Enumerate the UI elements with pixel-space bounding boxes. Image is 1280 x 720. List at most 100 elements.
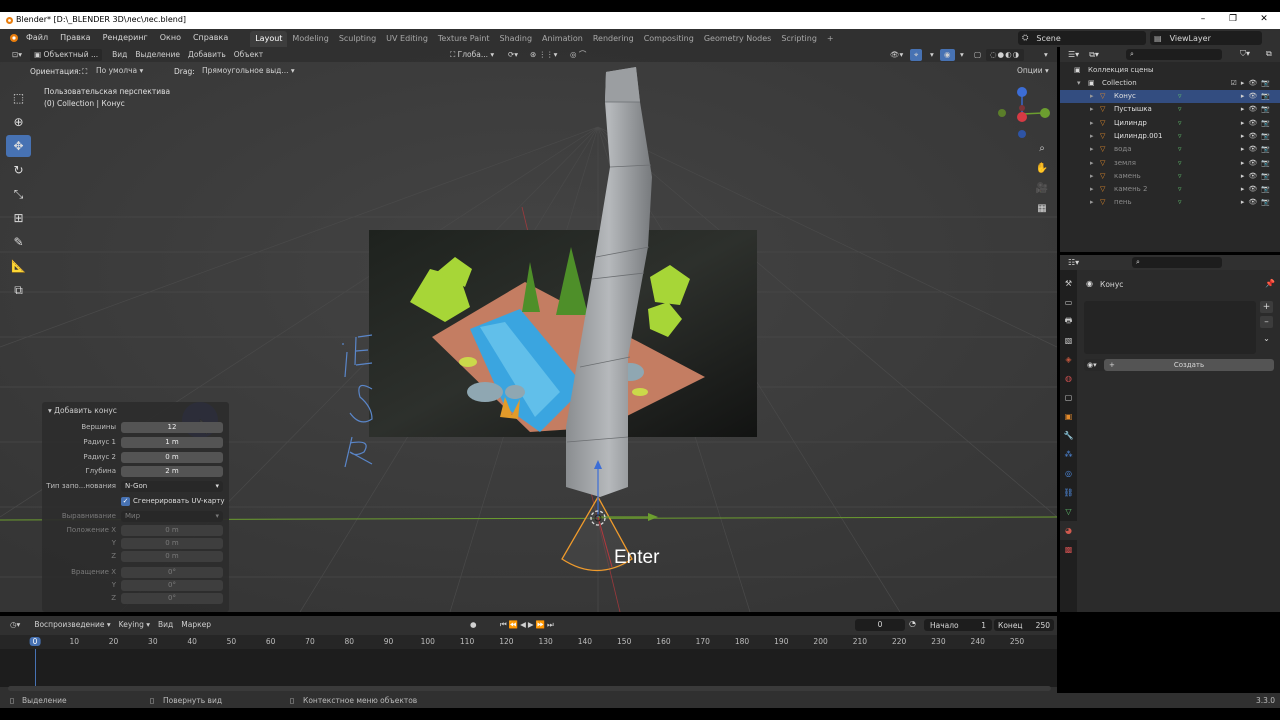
fill-type-dropdown[interactable]: N-Gon ▾ [121, 481, 223, 492]
tab-uv-editing[interactable]: UV Editing [381, 31, 433, 47]
outliner-item[interactable]: ▸ ▽ Пустышка ▿ ▸👁📷 [1060, 103, 1280, 116]
current-frame-marker[interactable]: 0 [29, 637, 41, 646]
rotate-tool[interactable]: ↻ [6, 159, 31, 181]
tab-rendering[interactable]: Rendering [588, 31, 639, 47]
expand-arrow-icon[interactable]: ▸ [1090, 143, 1094, 156]
item-visibility-icons[interactable]: ▸👁📷 [1241, 90, 1274, 103]
menu-playback[interactable]: Воспроизведение ▾ [30, 619, 114, 631]
tab-world-icon[interactable]: ◍ [1060, 369, 1077, 388]
material-slot-list[interactable] [1084, 301, 1256, 354]
options-dropdown[interactable]: Опции ▾ [1013, 65, 1053, 77]
tab-sculpting[interactable]: Sculpting [334, 31, 381, 47]
tab-view-layer-icon[interactable]: ▧ [1060, 331, 1077, 350]
tab-animation[interactable]: Animation [537, 31, 588, 47]
tab-compositing[interactable]: Compositing [639, 31, 699, 47]
location-z-field[interactable]: 0 m [121, 551, 223, 562]
menu-render[interactable]: Рендеринг [97, 29, 154, 47]
outliner-item[interactable]: ▸ ▽ камень ▿ ▸👁📷 [1060, 170, 1280, 183]
item-visibility-icons[interactable]: ▸👁📷 [1241, 183, 1274, 196]
shading-mode-icons[interactable]: ◌●◐◑ [986, 48, 1025, 61]
menu-help[interactable]: Справка [187, 29, 234, 47]
tab-texture-paint[interactable]: Texture Paint [433, 31, 495, 47]
menu-object[interactable]: Объект [230, 49, 267, 61]
remove-slot-button[interactable]: – [1260, 316, 1273, 328]
expand-arrow-icon[interactable]: ▸ [1090, 130, 1094, 143]
zoom-icon[interactable]: ⌕ [1034, 143, 1050, 163]
new-collection-icon[interactable]: ⧉ [1266, 49, 1272, 59]
tab-render-icon[interactable]: ▭ [1060, 293, 1077, 312]
menu-edit[interactable]: Правка [54, 29, 96, 47]
tab-layout[interactable]: Layout [250, 31, 288, 47]
move-tool[interactable]: ✥ [6, 135, 31, 157]
tab-material-icon[interactable]: ◕ [1060, 521, 1077, 540]
outliner-item[interactable]: ▸ ▽ земля ▿ ▸👁📷 [1060, 157, 1280, 170]
location-x-field[interactable]: 0 m [121, 525, 223, 536]
item-visibility-icons[interactable]: ▸👁📷 [1241, 170, 1274, 183]
expand-arrow-icon[interactable]: ▸ [1090, 170, 1094, 183]
tab-particles-icon[interactable]: ⁂ [1060, 445, 1077, 464]
radius1-field[interactable]: 1 m [121, 437, 223, 448]
expand-arrow-icon[interactable]: ▸ [1090, 90, 1094, 103]
menu-add[interactable]: Добавить [184, 49, 230, 61]
scale-tool[interactable]: ⤡ [6, 183, 31, 205]
tab-scene-icon[interactable]: ◈ [1060, 350, 1077, 369]
gizmo-dropdown-icon[interactable]: ▾ [926, 49, 938, 61]
tab-shading[interactable]: Shading [495, 31, 538, 47]
overlay-toggle-icon[interactable]: ◉ [940, 48, 955, 61]
snap-icon[interactable]: ⊛ ⋮⋮▾ [526, 49, 561, 61]
tab-modeling[interactable]: Modeling [287, 31, 333, 47]
item-visibility-icons[interactable]: ▸👁📷 [1241, 143, 1274, 156]
record-icon[interactable]: ● [466, 619, 481, 631]
depth-field[interactable]: 2 m [121, 466, 223, 477]
pivot-point-icon[interactable]: ⟳▾ [504, 49, 522, 61]
item-visibility-icons[interactable]: ▸👁📷 [1241, 130, 1274, 143]
menu-timeline-view[interactable]: Вид [154, 619, 177, 631]
end-frame-field[interactable]: Конец 250 [994, 619, 1054, 631]
menu-window[interactable]: Окно [154, 29, 187, 47]
menu-marker[interactable]: Маркер [177, 619, 215, 631]
current-frame-field[interactable]: 0 [855, 619, 905, 631]
timeline-keyframes-area[interactable] [0, 649, 1057, 687]
vertices-field[interactable]: 12 [121, 422, 223, 433]
annotate-tool[interactable]: ✎ [6, 231, 31, 253]
xray-toggle-icon[interactable]: ▢ [970, 49, 985, 61]
gizmo-toggle-icon[interactable]: ⌖ [910, 48, 923, 61]
overlay-dropdown-icon[interactable]: ▾ [956, 49, 968, 61]
tab-physics-icon[interactable]: ◎ [1060, 464, 1077, 483]
add-cube-tool[interactable]: ⧉ [6, 279, 31, 301]
item-visibility-icons[interactable]: ▸👁📷 [1241, 196, 1274, 209]
expand-arrow-icon[interactable]: ▸ [1090, 196, 1094, 209]
outliner-item[interactable]: ▸ ▽ Конус ▿ ▸👁📷 [1060, 90, 1280, 103]
tab-object-icon[interactable]: ▣ [1060, 407, 1077, 426]
panel-title[interactable]: ▾ Добавить конус [48, 406, 117, 415]
blender-menu-icon[interactable] [6, 32, 20, 44]
tab-geometry-nodes[interactable]: Geometry Nodes [699, 31, 776, 47]
preview-range-icon[interactable]: ◔ [909, 619, 916, 628]
menu-view[interactable]: Вид [108, 49, 131, 61]
add-slot-button[interactable]: + [1260, 301, 1273, 313]
rotation-z-field[interactable]: 0° [121, 593, 223, 604]
radius2-field[interactable]: 0 m [121, 452, 223, 463]
outliner-item[interactable]: ▸ ▽ пень ▿ ▸👁📷 [1060, 196, 1280, 209]
new-material-button[interactable]: + Создать [1104, 359, 1274, 371]
outliner-item[interactable]: ▸ ▽ Цилиндр.001 ▿ ▸👁📷 [1060, 130, 1280, 143]
outliner-item[interactable]: ▸ ▽ камень 2 ▿ ▸👁📷 [1060, 183, 1280, 196]
rotation-x-field[interactable]: 0° [121, 567, 223, 578]
filter-icon[interactable]: ⛉▾ [1240, 49, 1250, 59]
tab-output-icon[interactable]: 🖶 [1060, 312, 1077, 331]
properties-editor-icon[interactable]: ☷▾ [1068, 258, 1079, 267]
playback-controls-icons[interactable]: ⏮⏪◀▶⏩⏭ [496, 619, 560, 631]
start-frame-field[interactable]: Начало 1 [924, 619, 992, 631]
item-visibility-icons[interactable]: ▸👁📷 [1241, 103, 1274, 116]
outliner-collection[interactable]: ▾ ▣ Collection ☑▸👁📷 [1060, 77, 1280, 90]
maximize-button[interactable]: ❐ [1226, 14, 1240, 27]
scene-selector[interactable]: ⛭ Scene [1018, 31, 1146, 45]
tab-tool-icon[interactable]: ⚒ [1060, 274, 1077, 293]
align-dropdown[interactable]: Мир ▾ [121, 511, 223, 522]
mode-selector[interactable]: ▣ Объектный ... [30, 48, 103, 61]
item-visibility-icons[interactable]: ▸👁📷 [1241, 117, 1274, 130]
expand-arrow-icon[interactable]: ▸ [1090, 103, 1094, 116]
outliner-editor-icon[interactable]: ☰▾ [1068, 50, 1079, 59]
pin-icon[interactable]: 📌 [1265, 279, 1275, 288]
measure-tool[interactable]: 📐 [6, 255, 31, 277]
